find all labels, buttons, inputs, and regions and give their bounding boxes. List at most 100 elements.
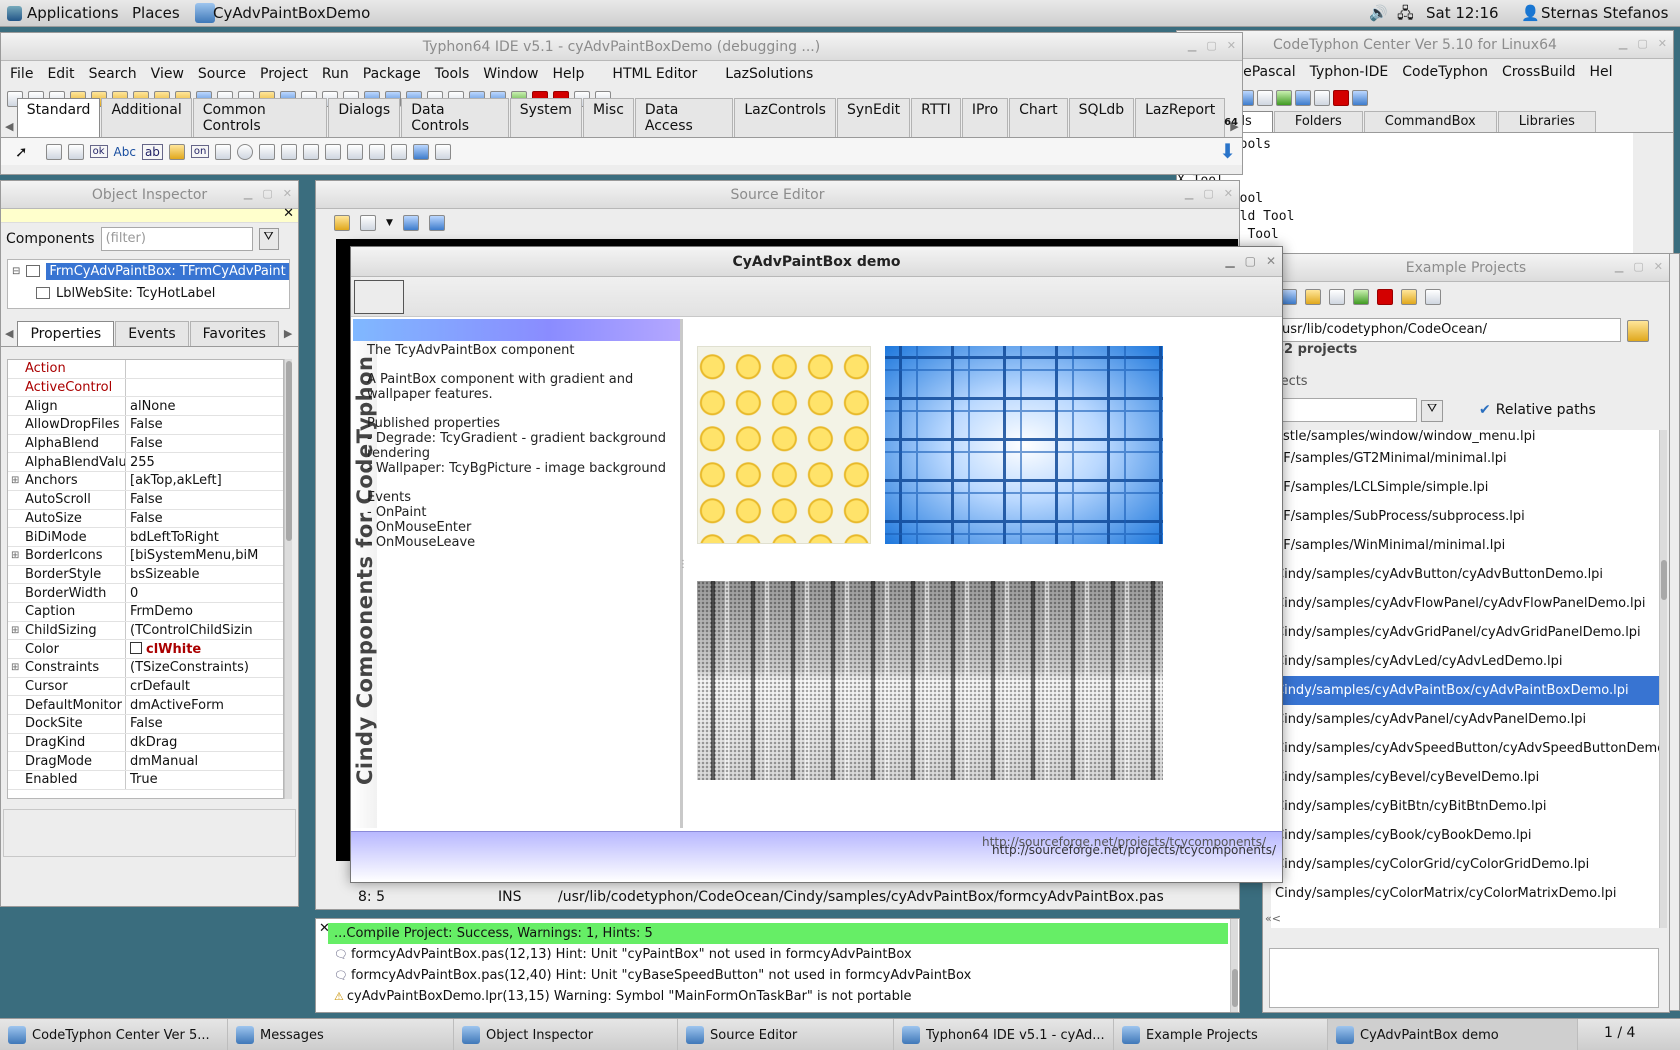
property-value[interactable]: 0	[126, 586, 283, 601]
palette-tab-misc[interactable]: Misc	[582, 98, 634, 137]
property-row[interactable]: Color clWhite	[8, 640, 283, 659]
menu-source[interactable]: Source	[191, 66, 253, 82]
maximize-icon[interactable]: ▢	[262, 187, 272, 200]
selection-pointer-icon[interactable]: ➚	[15, 143, 28, 161]
property-value[interactable]: (TControlChildSizin	[126, 623, 283, 638]
project-item[interactable]: Cindy/samples/cyAdvSpeedButton/cyAdvSpee…	[1271, 734, 1659, 763]
project-item[interactable]: Cindy/samples/cyBitBtn/cyBitBtnDemo.lpi	[1271, 792, 1659, 821]
forward-icon[interactable]	[428, 215, 445, 231]
property-row[interactable]: ⊞ Anchors [akTop,akLeft]	[8, 472, 283, 491]
property-value[interactable]: bsSizeable	[126, 567, 283, 582]
memo-component-icon[interactable]	[168, 143, 185, 160]
groupbox-component-icon[interactable]	[325, 143, 342, 160]
center-menu-item[interactable]: CodeTyphon	[1395, 64, 1495, 80]
inspector-tab-events[interactable]: Events	[115, 321, 189, 346]
scrollbar-component-icon[interactable]	[303, 143, 320, 160]
property-value[interactable]: False	[126, 436, 283, 451]
property-row[interactable]: Action	[8, 360, 283, 379]
property-row[interactable]: AutoSize False	[8, 509, 283, 529]
property-row[interactable]: AllowDropFiles False	[8, 416, 283, 435]
user-menu[interactable]: Sternas Stefanos	[1541, 4, 1668, 22]
property-value[interactable]: crDefault	[126, 679, 283, 694]
property-row[interactable]: ⊞ BorderIcons [biSystemMenu,biM	[8, 546, 283, 566]
tree-collapse-icon[interactable]: ⊟	[12, 266, 20, 277]
menu-html-editor[interactable]: HTML Editor	[605, 66, 704, 82]
center-tab-folders[interactable]: Folders	[1273, 111, 1363, 132]
close-icon[interactable]: ✕	[1658, 37, 1667, 50]
radiogroup-component-icon[interactable]	[347, 143, 364, 160]
property-row[interactable]: BorderWidth 0	[8, 584, 283, 603]
frame-component-icon[interactable]	[413, 143, 430, 160]
radiobutton-component-icon[interactable]	[237, 143, 254, 160]
pin-icon[interactable]	[1425, 289, 1441, 305]
menu-project[interactable]: Project	[253, 66, 315, 82]
property-scrollbar[interactable]	[284, 359, 292, 799]
menu-tools[interactable]: Tools	[428, 66, 477, 82]
center-menu-item[interactable]: CrossBuild	[1495, 64, 1583, 80]
toggle-box-component-icon[interactable]: on	[190, 145, 210, 158]
download-arrow-icon[interactable]: ⬇	[1219, 139, 1236, 163]
property-value[interactable]: [biSystemMenu,biM	[126, 548, 283, 563]
volume-icon[interactable]: 🔊	[1369, 4, 1388, 22]
taskbar-item[interactable]: Typhon64 IDE v5.1 - cyAd...	[894, 1019, 1114, 1050]
actionlist-component-icon[interactable]	[435, 143, 452, 160]
property-value[interactable]: False	[126, 417, 283, 432]
places-menu[interactable]: Places	[132, 4, 180, 22]
center-tool-item[interactable]: X Tool	[1177, 172, 1633, 190]
messages-scrollbar[interactable]	[1230, 919, 1238, 1012]
taskbar-item[interactable]: CodeTyphon Center Ver 5...	[0, 1019, 228, 1050]
checkgroup-component-icon[interactable]	[369, 143, 386, 160]
center-titlebar[interactable]: CodeTyphon Center Ver 5.10 for Linux64 ▁…	[1177, 31, 1673, 59]
tabs-scroll-left[interactable]: ◀	[5, 327, 17, 346]
property-value[interactable]: alNone	[126, 399, 283, 414]
palette-scroll-left[interactable]: ◀	[5, 120, 17, 137]
project-item[interactable]: Cindy/samples/cyAdvGridPanel/cyAdvGridPa…	[1271, 618, 1659, 647]
property-row[interactable]: BorderStyle bsSizeable	[8, 565, 283, 585]
palette-tab-lazreport[interactable]: LazReport	[1135, 98, 1226, 137]
property-value[interactable]: dkDrag	[126, 735, 283, 750]
popup-menu-component-icon[interactable]	[67, 143, 84, 160]
property-value[interactable]: False	[126, 511, 283, 526]
menu-lazsolutions[interactable]: LazSolutions	[718, 66, 820, 82]
maximize-icon[interactable]: ▢	[1637, 37, 1647, 50]
palette-tab-ipro[interactable]: IPro	[961, 98, 1009, 137]
arch64-icon[interactable]	[1333, 90, 1349, 106]
palette-tab-rtti[interactable]: RTTI	[911, 98, 961, 137]
expand-icon[interactable]: ⊞	[11, 625, 19, 636]
examples-titlebar[interactable]: Example Projects ▁ ▢ ✕	[1263, 254, 1669, 282]
project-item[interactable]: Cindy/samples/cyAdvButton/cyAdvButtonDem…	[1271, 560, 1659, 589]
property-row[interactable]: Enabled True	[8, 771, 283, 790]
projects-scrollbar[interactable]	[1659, 430, 1667, 928]
property-value[interactable]: dmActiveForm	[126, 698, 283, 713]
message-line[interactable]: ...Compile Project: Success, Warnings: 1…	[328, 923, 1228, 944]
jump-dropdown-icon[interactable]: ▼	[386, 218, 393, 228]
menu-run[interactable]: Run	[315, 66, 356, 82]
project-item[interactable]: EF/samples/GT2Minimal/minimal.lpi	[1271, 444, 1659, 473]
palette-tab-additional[interactable]: Additional	[101, 98, 192, 137]
splitter-grip[interactable]: ⋮	[678, 559, 688, 570]
center-menu-item[interactable]: Hel	[1582, 64, 1619, 80]
demo-titlebar[interactable]: CyAdvPaintBox demo ▁ ▢ ✕	[351, 247, 1282, 277]
center-tab-libraries[interactable]: Libraries	[1497, 111, 1596, 132]
project-item[interactable]: Cindy/samples/cyAdvLed/cyAdvLedDemo.lpi	[1271, 647, 1659, 676]
property-value[interactable]: FrmDemo	[126, 604, 283, 619]
menu-window[interactable]: Window	[476, 66, 545, 82]
property-row[interactable]: BiDiMode bdLeftToRight	[8, 528, 283, 547]
project-item[interactable]: EF/samples/LCLSimple/simple.lpi	[1271, 473, 1659, 502]
cube-icon[interactable]	[1295, 90, 1311, 106]
project-item[interactable]: Cindy/samples/cyColorGrid/cyColorGridDem…	[1271, 850, 1659, 879]
settings-icon[interactable]	[1276, 90, 1292, 106]
property-value[interactable]: True	[126, 772, 283, 787]
info-icon[interactable]	[1314, 90, 1330, 106]
project-item[interactable]: Cindy/samples/cyAdvPaintBox/cyAdvPaintBo…	[1271, 676, 1659, 705]
project-item[interactable]: Cindy/samples/cyAdvPanel/cyAdvPanelDemo.…	[1271, 705, 1659, 734]
tree-node-form[interactable]: ⊟ FrmCyAdvPaintBox: TFrmCyAdvPaint	[8, 260, 289, 282]
palette-tab-data-access[interactable]: Data Access	[634, 98, 734, 137]
maximize-icon[interactable]: ▢	[1206, 39, 1216, 52]
palette-tab-sqldb[interactable]: SQLdb	[1068, 98, 1135, 137]
tabs-scroll-right[interactable]: ▶	[280, 327, 292, 346]
project-item[interactable]: EF/samples/WinMinimal/minimal.lpi	[1271, 531, 1659, 560]
back-icon[interactable]	[402, 215, 419, 231]
close-icon[interactable]: ✕	[1227, 39, 1236, 52]
expand-icon[interactable]: ⊞	[11, 550, 19, 561]
